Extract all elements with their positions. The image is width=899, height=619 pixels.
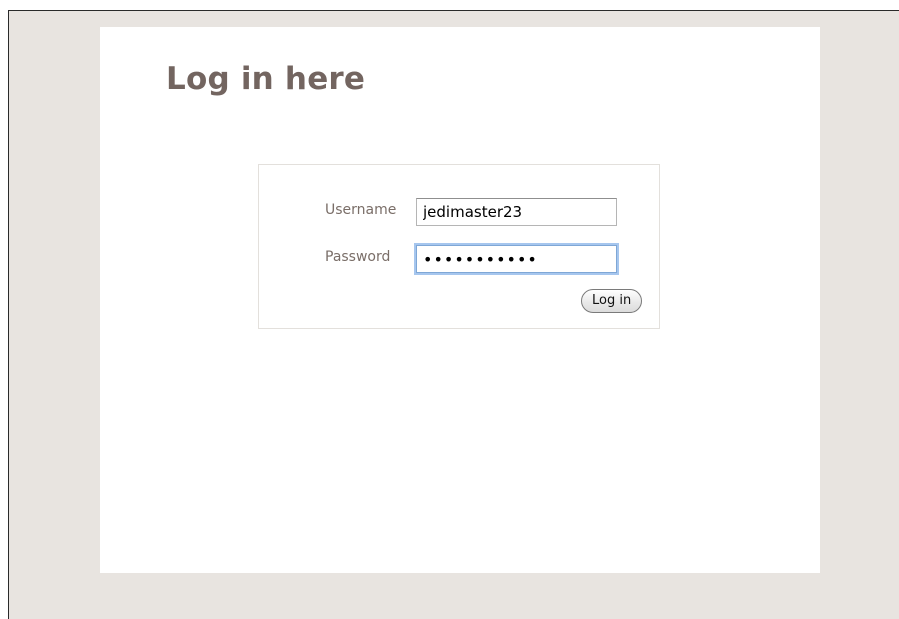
password-field[interactable] (416, 245, 617, 273)
username-label: Username (325, 202, 397, 218)
page-title: Log in here (166, 61, 366, 97)
page-background: Log in here Username Password Log in (8, 10, 899, 619)
username-field[interactable] (416, 198, 617, 226)
login-form: Username Password Log in (258, 164, 660, 329)
password-label: Password (325, 249, 391, 265)
log-in-button[interactable]: Log in (581, 289, 643, 313)
content-panel: Log in here Username Password Log in (100, 27, 820, 573)
